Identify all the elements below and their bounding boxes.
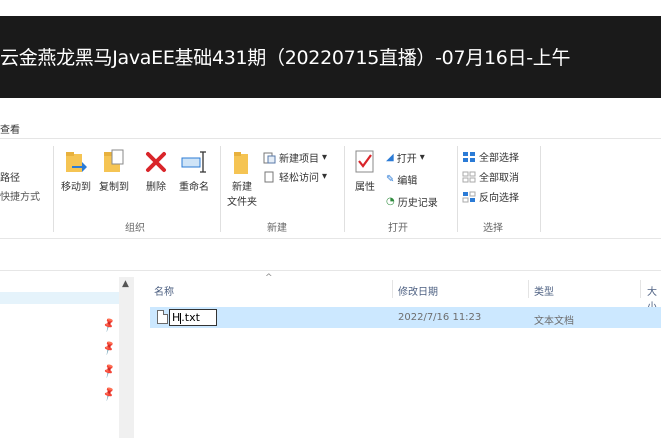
rename-label: 重命名: [179, 182, 209, 193]
nav-selected-item[interactable]: [0, 292, 119, 304]
ribbon-tab-divider: [0, 138, 661, 139]
sort-up-icon: ^: [265, 273, 273, 283]
history-button[interactable]: ◔ 历史记录: [386, 194, 438, 209]
move-to-icon: [66, 152, 87, 172]
rename-input[interactable]: H.txt: [169, 309, 217, 326]
group-separator: [53, 146, 54, 232]
nav-scrollbar[interactable]: ▲: [119, 277, 134, 438]
edit-label: 编辑: [397, 176, 418, 187]
move-to-button[interactable]: 移动到: [58, 148, 94, 193]
easy-access-button[interactable]: 轻松访问 ▾: [263, 169, 327, 184]
open-icon: ◢: [386, 152, 394, 163]
group-separator: [220, 146, 221, 232]
select-none-button[interactable]: 全部取消: [462, 169, 519, 184]
new-folder-label-1: 新建: [232, 182, 252, 193]
column-divider[interactable]: [528, 280, 529, 298]
invert-selection-button[interactable]: 反向选择: [462, 189, 519, 204]
select-all-label: 全部选择: [479, 153, 519, 164]
properties-button[interactable]: 属性: [349, 148, 381, 193]
scroll-up-icon[interactable]: ▲: [122, 279, 129, 289]
new-item-button[interactable]: 新建项目 ▾: [263, 150, 327, 165]
rename-icon: [181, 151, 206, 173]
paste-shortcut-button[interactable]: 快捷方式: [0, 188, 40, 203]
edit-icon: ✎: [386, 174, 395, 185]
text-file-icon: [157, 310, 168, 324]
column-divider[interactable]: [392, 280, 393, 298]
new-item-label: 新建项目: [279, 154, 319, 165]
rename-text-before-caret: H: [172, 311, 181, 324]
top-margin: [0, 0, 661, 16]
history-icon: ◔: [386, 196, 395, 207]
history-label: 历史记录: [397, 198, 438, 209]
column-header-modified[interactable]: 修改日期: [398, 283, 438, 298]
invert-selection-label: 反向选择: [479, 193, 519, 204]
organize-group-label: 组织: [125, 223, 145, 234]
new-item-icon: [263, 152, 276, 163]
delete-button[interactable]: 删除: [141, 148, 171, 193]
open-label: 打开: [396, 154, 417, 165]
column-header-name[interactable]: 名称: [154, 283, 174, 298]
delete-icon: [146, 152, 166, 172]
open-group-label: 打开: [388, 223, 408, 234]
select-group-label: 选择: [483, 223, 503, 234]
address-bar-border: [0, 270, 661, 271]
delete-label: 删除: [146, 182, 166, 193]
properties-icon: [355, 150, 374, 173]
paste-shortcut-label: 快捷方式: [0, 192, 40, 203]
group-separator: [344, 146, 345, 232]
copy-to-icon: [104, 149, 124, 172]
edit-button[interactable]: ✎ 编辑: [386, 172, 417, 187]
video-title: 云金燕龙黑马JavaEE基础431期（20220715直播）-07月16日-上午: [0, 47, 571, 69]
new-folder-button[interactable]: 新建 文件夹: [224, 148, 260, 208]
chevron-down-icon: ▾: [322, 171, 328, 182]
tab-view[interactable]: 查看: [0, 121, 20, 136]
ribbon-bottom-border: [0, 238, 661, 239]
select-all-icon: [463, 151, 475, 162]
new-folder-icon: [234, 152, 248, 174]
move-to-label: 移动到: [61, 182, 91, 193]
file-modified-date: 2022/7/16 11:23: [398, 312, 482, 323]
new-folder-label-2: 文件夹: [227, 197, 257, 208]
column-header-type[interactable]: 类型: [534, 283, 554, 298]
copy-to-label: 复制到: [99, 182, 129, 193]
copy-path-label: 路径: [0, 173, 20, 184]
rename-button[interactable]: 重命名: [174, 148, 214, 193]
chevron-down-icon: ▾: [419, 152, 425, 163]
easy-access-label: 轻松访问: [279, 173, 319, 184]
file-type: 文本文档: [534, 316, 574, 327]
rename-text-after-caret: .txt: [181, 311, 200, 324]
copy-to-button[interactable]: 复制到: [96, 148, 132, 193]
select-all-button[interactable]: 全部选择: [462, 149, 519, 164]
group-separator: [457, 146, 458, 232]
copy-path-button[interactable]: 路径: [0, 169, 20, 184]
select-none-icon: [462, 171, 476, 182]
invert-selection-icon: [462, 191, 476, 202]
chevron-down-icon: ▾: [322, 152, 328, 163]
column-divider[interactable]: [640, 280, 641, 298]
group-separator: [540, 146, 541, 232]
easy-access-icon: [264, 171, 274, 182]
new-group-label: 新建: [267, 223, 287, 234]
open-button[interactable]: ◢ 打开 ▾: [386, 150, 425, 165]
properties-label: 属性: [355, 182, 375, 193]
select-none-label: 全部取消: [479, 173, 519, 184]
